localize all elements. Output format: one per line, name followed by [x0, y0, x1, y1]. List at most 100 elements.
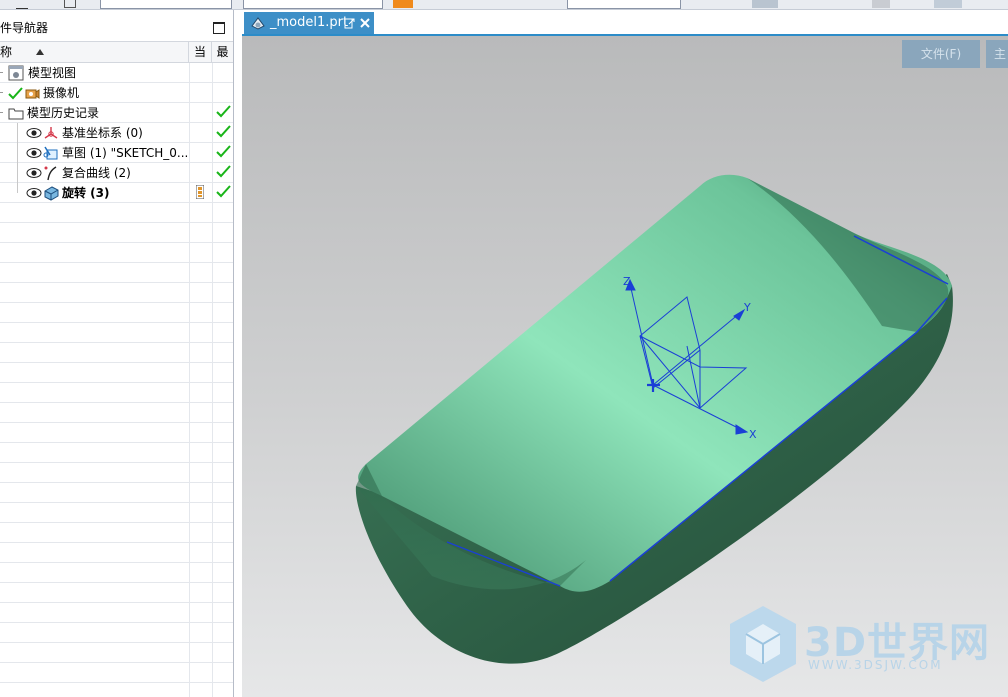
check-icon: [216, 185, 231, 198]
cell-current: [189, 443, 213, 462]
cell-latest: [212, 343, 233, 362]
snap-combo[interactable]: [567, 0, 681, 9]
tree-label: 摄像机: [43, 86, 80, 100]
eye-icon[interactable]: [26, 165, 42, 181]
datum-csys-icon: [44, 127, 58, 139]
navigator-title-bar: 部件导航器: [0, 10, 233, 42]
tree-row-sketch[interactable]: 草图 (1) "SKETCH_0...: [0, 143, 233, 163]
tree-label: 复合曲线 (2): [62, 166, 131, 180]
cell-latest: [212, 63, 233, 82]
empty-row: [0, 523, 233, 543]
cell-latest: [212, 123, 233, 142]
cell-latest: [212, 483, 233, 502]
cell-latest: [212, 223, 233, 242]
cell-latest: [212, 683, 233, 697]
cell-latest: [212, 463, 233, 482]
cell-latest: [212, 663, 233, 682]
tree-row-datum-csys[interactable]: 基准坐标系 (0): [0, 123, 233, 143]
cell-current: [189, 123, 213, 142]
cell-latest: [212, 643, 233, 662]
cell-current: [189, 483, 213, 502]
part-file-icon: [251, 17, 265, 30]
cell-current: [189, 503, 213, 522]
cell-current: [189, 643, 213, 662]
graphics-window[interactable]: 文件(F) 主 Z Y X 3D世界网 WWW.3DSJW.COM: [242, 36, 1008, 697]
cell-current: [189, 283, 213, 302]
tree-label: 旋转 (3): [62, 186, 110, 200]
selection-filter-combo[interactable]: [100, 0, 232, 9]
cell-current: [189, 303, 213, 322]
toolbar-icon-b[interactable]: [64, 0, 76, 8]
tree-row-cameras[interactable]: 摄像机: [0, 83, 233, 103]
model-view-icon: [8, 65, 24, 81]
toolbar-icon-a[interactable]: [16, 0, 28, 9]
cell-latest: [212, 423, 233, 442]
tree-connector: [17, 123, 18, 143]
check-icon: [8, 87, 23, 100]
column-latest[interactable]: 最: [212, 42, 233, 62]
restore-icon[interactable]: [213, 22, 225, 34]
tab-title: _model1.prt: [270, 15, 349, 30]
tree-connector: [17, 163, 18, 183]
tab-model1[interactable]: _model1.prt: [244, 12, 374, 34]
empty-row: [0, 643, 233, 663]
empty-row: [0, 583, 233, 603]
cell-latest: [212, 243, 233, 262]
empty-row: [0, 403, 233, 423]
cell-current: [189, 583, 213, 602]
eye-icon[interactable]: [26, 125, 42, 141]
column-name[interactable]: 名称: [0, 42, 189, 62]
view-icon-3[interactable]: [934, 0, 962, 8]
cell-current: [189, 683, 213, 697]
view-icon-1[interactable]: [752, 0, 778, 8]
check-icon: [216, 165, 231, 178]
tree-row-model-views[interactable]: 模型视图: [0, 63, 233, 83]
model-canvas: Z Y X: [355, 174, 953, 664]
cell-current: [189, 243, 213, 262]
cell-latest: [212, 403, 233, 422]
cell-latest: [212, 263, 233, 282]
empty-row: [0, 683, 233, 697]
tree-row-model-history[interactable]: 模型历史记录: [0, 103, 233, 123]
tree-connector: [0, 92, 3, 93]
tree-connector: [17, 183, 18, 193]
tree-row-revolve[interactable]: 旋转 (3): [0, 183, 233, 203]
cell-latest: [212, 543, 233, 562]
check-icon: [216, 145, 231, 158]
orange-cube-icon[interactable]: [393, 0, 413, 8]
empty-rows: [0, 203, 233, 697]
cell-latest: [212, 203, 233, 222]
tree-row-composite-curve[interactable]: 复合曲线 (2): [0, 163, 233, 183]
z-axis-label: Z: [623, 275, 631, 288]
cell-latest: [212, 583, 233, 602]
revolved-body[interactable]: [355, 174, 953, 664]
selection-scope-combo[interactable]: [243, 0, 383, 9]
watermark-url: WWW.3DSJW.COM: [808, 658, 943, 672]
cell-latest: [212, 163, 233, 182]
eye-icon[interactable]: [26, 145, 42, 161]
eye-icon[interactable]: [26, 185, 42, 201]
tree-connector: [0, 112, 3, 113]
cell-current: [189, 623, 213, 642]
navigator-column-header: 名称 当 最: [0, 42, 233, 63]
tree-connector: [17, 143, 18, 163]
empty-row: [0, 423, 233, 443]
cell-latest: [212, 523, 233, 542]
check-icon: [216, 125, 231, 138]
close-icon[interactable]: [360, 18, 370, 28]
revolve-icon: [44, 186, 59, 201]
composite-curve-icon: [44, 166, 57, 181]
cell-latest: [212, 303, 233, 322]
empty-row: [0, 463, 233, 483]
empty-row: [0, 283, 233, 303]
cell-current: [189, 423, 213, 442]
cell-latest: [212, 563, 233, 582]
cell-current: [189, 343, 213, 362]
cell-current: [189, 143, 213, 162]
empty-row: [0, 243, 233, 263]
tree-label: 草图 (1) "SKETCH_0...: [62, 146, 189, 160]
view-icon-2[interactable]: [872, 0, 890, 8]
undock-icon[interactable]: [344, 18, 355, 29]
column-current[interactable]: 当: [189, 42, 212, 62]
empty-row: [0, 443, 233, 463]
